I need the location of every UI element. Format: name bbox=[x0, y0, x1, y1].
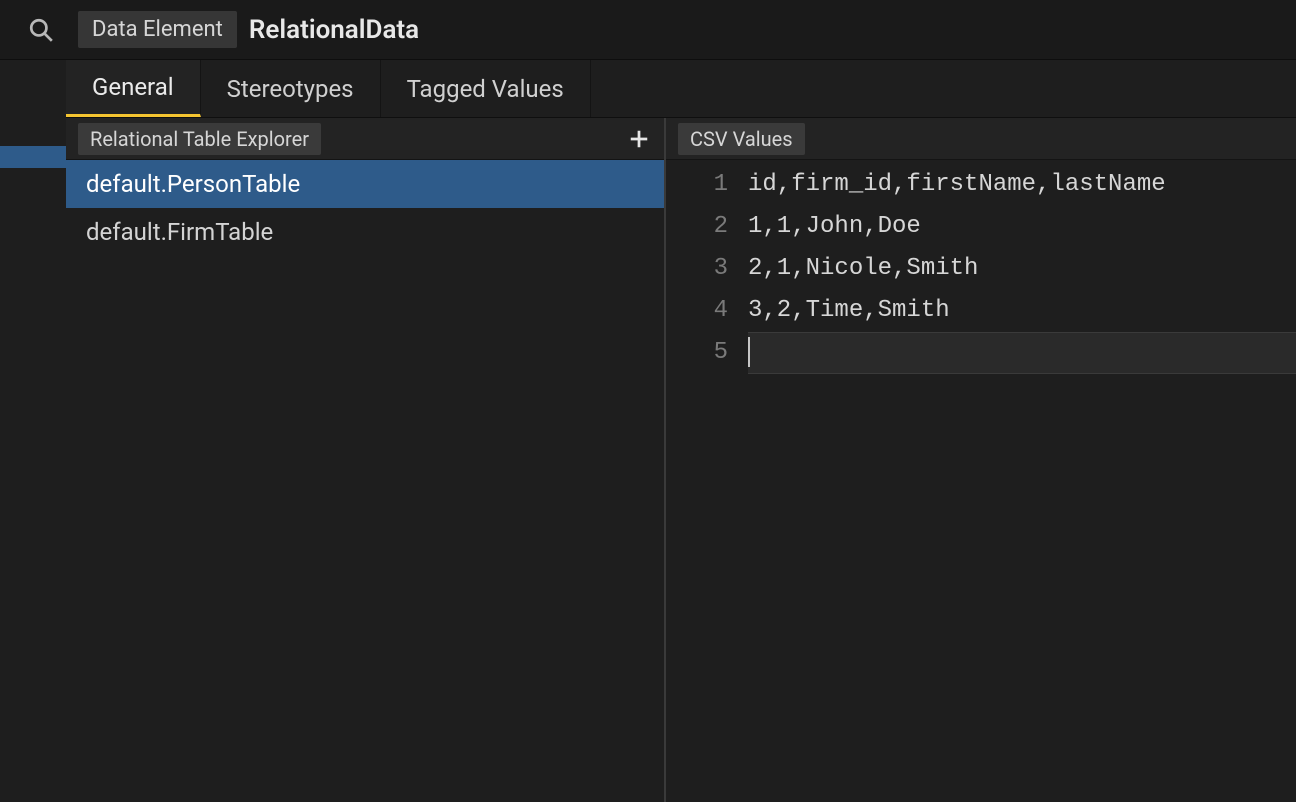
rail-selection-marker bbox=[0, 146, 66, 168]
plus-icon bbox=[628, 128, 650, 150]
line-number: 2 bbox=[666, 206, 728, 248]
line-number: 5 bbox=[666, 332, 728, 374]
code-line[interactable]: 3,2,Time,Smith bbox=[748, 290, 1296, 332]
line-number: 4 bbox=[666, 290, 728, 332]
main-area: GeneralStereotypesTagged Values Relation… bbox=[0, 60, 1296, 802]
add-table-button[interactable] bbox=[624, 124, 654, 154]
editor-content[interactable]: id,firm_id,firstName,lastName1,1,John,Do… bbox=[748, 160, 1296, 802]
element-type-chip: Data Element bbox=[78, 11, 237, 48]
csv-panel: CSV Values 12345 id,firm_id,firstName,la… bbox=[666, 118, 1296, 802]
tab-strip: GeneralStereotypesTagged Values bbox=[66, 60, 1296, 118]
editor-gutter: 12345 bbox=[666, 160, 748, 802]
table-list: default.PersonTabledefault.FirmTable bbox=[66, 160, 664, 802]
left-rail bbox=[0, 60, 66, 802]
code-line[interactable] bbox=[748, 332, 1296, 374]
csv-editor[interactable]: 12345 id,firm_id,firstName,lastName1,1,J… bbox=[666, 160, 1296, 802]
content-area: GeneralStereotypesTagged Values Relation… bbox=[66, 60, 1296, 802]
tab-general[interactable]: General bbox=[66, 60, 201, 117]
explorer-header-label: Relational Table Explorer bbox=[78, 123, 321, 155]
table-item[interactable]: default.PersonTable bbox=[66, 160, 664, 208]
csv-header: CSV Values bbox=[666, 118, 1296, 160]
code-line[interactable]: 1,1,John,Doe bbox=[748, 206, 1296, 248]
csv-header-label: CSV Values bbox=[678, 123, 805, 155]
search-button[interactable] bbox=[16, 17, 66, 43]
search-icon bbox=[28, 17, 54, 43]
code-line[interactable]: id,firm_id,firstName,lastName bbox=[748, 164, 1296, 206]
tab-stereotypes[interactable]: Stereotypes bbox=[201, 60, 381, 117]
split-pane: Relational Table Explorer default.Person… bbox=[66, 118, 1296, 802]
tab-tagged-values[interactable]: Tagged Values bbox=[381, 60, 591, 117]
table-item[interactable]: default.FirmTable bbox=[66, 208, 664, 256]
line-number: 3 bbox=[666, 248, 728, 290]
explorer-panel: Relational Table Explorer default.Person… bbox=[66, 118, 666, 802]
line-number: 1 bbox=[666, 164, 728, 206]
top-bar: Data Element RelationalData bbox=[0, 0, 1296, 60]
page-title: RelationalData bbox=[249, 15, 419, 45]
explorer-header: Relational Table Explorer bbox=[66, 118, 664, 160]
code-line[interactable]: 2,1,Nicole,Smith bbox=[748, 248, 1296, 290]
text-cursor bbox=[748, 337, 750, 367]
